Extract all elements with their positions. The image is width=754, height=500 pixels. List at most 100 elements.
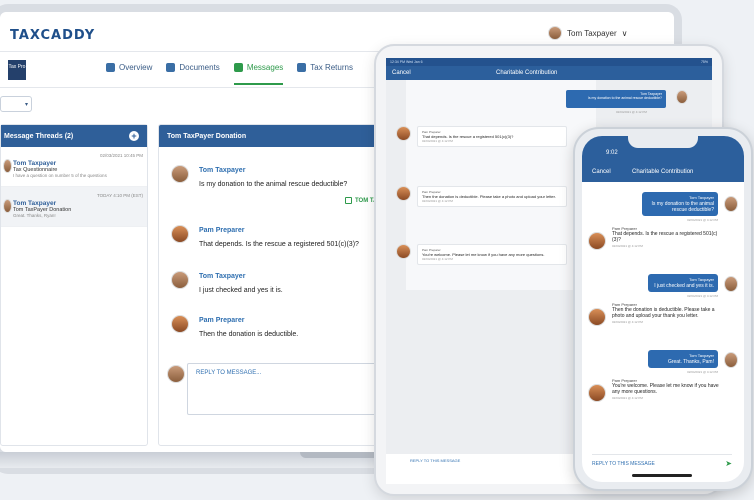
- message: Pam Preparer Then the donation is deduct…: [171, 315, 298, 338]
- tab-label: Messages: [246, 63, 284, 72]
- message-text: You're welcome. Please let me know if yo…: [612, 383, 719, 395]
- phone-device: 9:02 Cancel Charitable Contribution Tom …: [573, 127, 753, 491]
- sender-avatar: [171, 165, 189, 183]
- sender-avatar: [396, 244, 411, 259]
- message-text: Is my donation to the animal rescue dedu…: [587, 96, 662, 100]
- message: Pam Preparer That depends. Is the rescue…: [171, 225, 359, 248]
- message: Tom Taxpayer Is my donation to the anima…: [171, 165, 347, 188]
- home-indicator: [632, 474, 692, 477]
- message-threads-panel: Message Threads (2) + 02/03/2021 10:45 P…: [0, 124, 148, 446]
- message-time: 02/04/2021 @ 4:12 PM: [687, 294, 718, 298]
- received-message: Pam Preparer Then the donation is deduct…: [396, 186, 567, 207]
- conversation-panel: Tom TaxPayer Donation Tom Taxpayer Is my…: [158, 124, 388, 446]
- user-name: Tom Taxpayer: [567, 28, 617, 38]
- tab-label: Documents: [179, 63, 220, 72]
- thread-preview: Great. Thanks, Ryan!: [13, 213, 56, 218]
- user-avatar: [548, 26, 562, 40]
- thread-avatar: [3, 199, 12, 213]
- add-thread-button[interactable]: +: [129, 131, 139, 141]
- phone-reply-bar: REPLY TO THIS MESSAGE ➤: [592, 454, 732, 468]
- battery-level: 75%: [700, 60, 708, 64]
- year-select[interactable]: ▾: [0, 96, 32, 112]
- thread-title: Charitable Contribution: [632, 169, 694, 175]
- tab-label: Tax Returns: [310, 63, 353, 72]
- chevron-down-icon: ▾: [24, 102, 28, 108]
- sender-avatar: [396, 126, 411, 141]
- phone-reply-input[interactable]: REPLY TO THIS MESSAGE: [592, 461, 655, 467]
- sender-avatar: [171, 271, 189, 289]
- message-time: 02/04/2021 @ 4:12 PM: [422, 139, 453, 143]
- thread-item[interactable]: 02/03/2021 10:45 PM Tom Taxpayer Tax Que…: [1, 147, 147, 187]
- tax-returns-icon: [297, 63, 307, 72]
- status-time: 9:02: [606, 150, 618, 156]
- thread-date: 02/03/2021 10:45 PM: [99, 153, 143, 158]
- cancel-button[interactable]: Cancel: [392, 70, 411, 76]
- sender-name: Tom Taxpayer: [199, 273, 246, 280]
- tab-documents[interactable]: Documents: [166, 63, 220, 72]
- sender-avatar: [724, 276, 738, 292]
- sender-avatar: [724, 352, 738, 368]
- conversation-header: Tom TaxPayer Donation: [159, 125, 387, 147]
- sender-name: Pam Preparer: [199, 227, 245, 234]
- message-time: 02/04/2021 @ 4:12 PM: [612, 396, 643, 400]
- message-text: I just checked and yes it is.: [199, 287, 283, 294]
- message-text: That depends. Is the rescue a registered…: [199, 241, 359, 248]
- thread-name: Tom Taxpayer: [13, 160, 57, 167]
- thread-name: Tom Taxpayer: [13, 200, 57, 207]
- sent-message-bubble: Tom Taxpayer I just checked and yes it i…: [648, 274, 718, 292]
- threads-title: Message Threads (2): [4, 132, 74, 140]
- tablet-reply-input[interactable]: REPLY TO THIS MESSAGE: [410, 458, 460, 463]
- sender-avatar: [676, 90, 688, 104]
- user-menu[interactable]: Tom Taxpayer ∨: [548, 26, 628, 40]
- message-time: 02/04/2021 @ 4:12 PM: [612, 320, 643, 324]
- documents-icon: [166, 63, 176, 72]
- message-time: 02/04/2021 @ 4:12 PM: [687, 218, 718, 222]
- sender-avatar: [588, 384, 606, 402]
- thread-title: Charitable Contribution: [496, 70, 558, 76]
- messages-icon: [233, 63, 243, 72]
- attachment-link[interactable]: TOM TA: [345, 197, 377, 204]
- tab-label: Overview: [119, 63, 153, 72]
- message-text: Is my donation to the animal rescue dedu…: [651, 201, 714, 213]
- received-message: Pam Preparer You're welcome. Please let …: [396, 244, 567, 265]
- conversation-title: Tom TaxPayer Donation: [167, 132, 247, 140]
- sender-avatar: [588, 308, 606, 326]
- message-time: 02/04/2021 @ 4:12 PM: [422, 199, 453, 203]
- tab-messages[interactable]: Messages: [233, 63, 284, 85]
- tab-overview[interactable]: Overview: [106, 63, 152, 72]
- tab-tax-returns[interactable]: Tax Returns: [297, 63, 353, 72]
- message-text: Great. Thanks, Pam!: [667, 359, 714, 365]
- tablet-status-bar: 12:34 PM Wed Jan 6 75%: [386, 58, 712, 66]
- message-text: Then the donation is deductible. Please …: [612, 307, 715, 319]
- sent-message-bubble: Tom Taxpayer Is my donation to the anima…: [566, 90, 666, 108]
- threads-header: Message Threads (2) +: [1, 125, 147, 147]
- thread-item-selected[interactable]: TODAY 4:10 PM (EST) Tom Taxpayer Tom Tax…: [1, 187, 147, 227]
- send-icon[interactable]: ➤: [725, 460, 732, 468]
- phone-screen: 9:02 Cancel Charitable Contribution Tom …: [582, 136, 744, 482]
- home-icon: [106, 63, 115, 72]
- phone-notch: [628, 136, 698, 148]
- chevron-down-icon: ∨: [621, 28, 628, 38]
- sent-message-bubble: Tom Taxpayer Great. Thanks, Pam!: [648, 350, 718, 368]
- sender-avatar: [171, 315, 189, 333]
- message-time: 02/04/2021 @ 4:12 PM: [422, 257, 453, 261]
- reply-input[interactable]: REPLY TO MESSAGE...: [187, 363, 387, 415]
- message-text: I just checked and yes it is.: [654, 283, 714, 289]
- message-time: 02/04/2021 @ 4:12 PM: [616, 110, 647, 114]
- received-message: Pam Preparer That depends. Is the rescue…: [396, 126, 567, 147]
- message-text: That depends. Is the rescue a registered…: [612, 231, 718, 243]
- message-time: 02/04/2021 @ 4:12 PM: [687, 370, 718, 374]
- tablet-header: Cancel Charitable Contribution: [386, 66, 712, 80]
- phone-header: 9:02 Cancel Charitable Contribution: [582, 136, 744, 182]
- taxcaddy-logo: TAXCADDY: [10, 28, 96, 43]
- message: Tom Taxpayer I just checked and yes it i…: [171, 271, 283, 294]
- received-message: Pam Preparer Then the donation is deduct…: [588, 302, 724, 326]
- thread-avatar: [3, 159, 12, 173]
- sender-avatar: [396, 186, 411, 201]
- received-message: Pam Preparer You're welcome. Please let …: [588, 378, 724, 402]
- cancel-button[interactable]: Cancel: [592, 169, 611, 175]
- message-text: Then the donation is deductible.: [199, 331, 299, 338]
- sender-name: Pam Preparer: [199, 317, 245, 324]
- user-avatar: [167, 365, 185, 383]
- sender-name: Tom Taxpayer: [199, 167, 246, 174]
